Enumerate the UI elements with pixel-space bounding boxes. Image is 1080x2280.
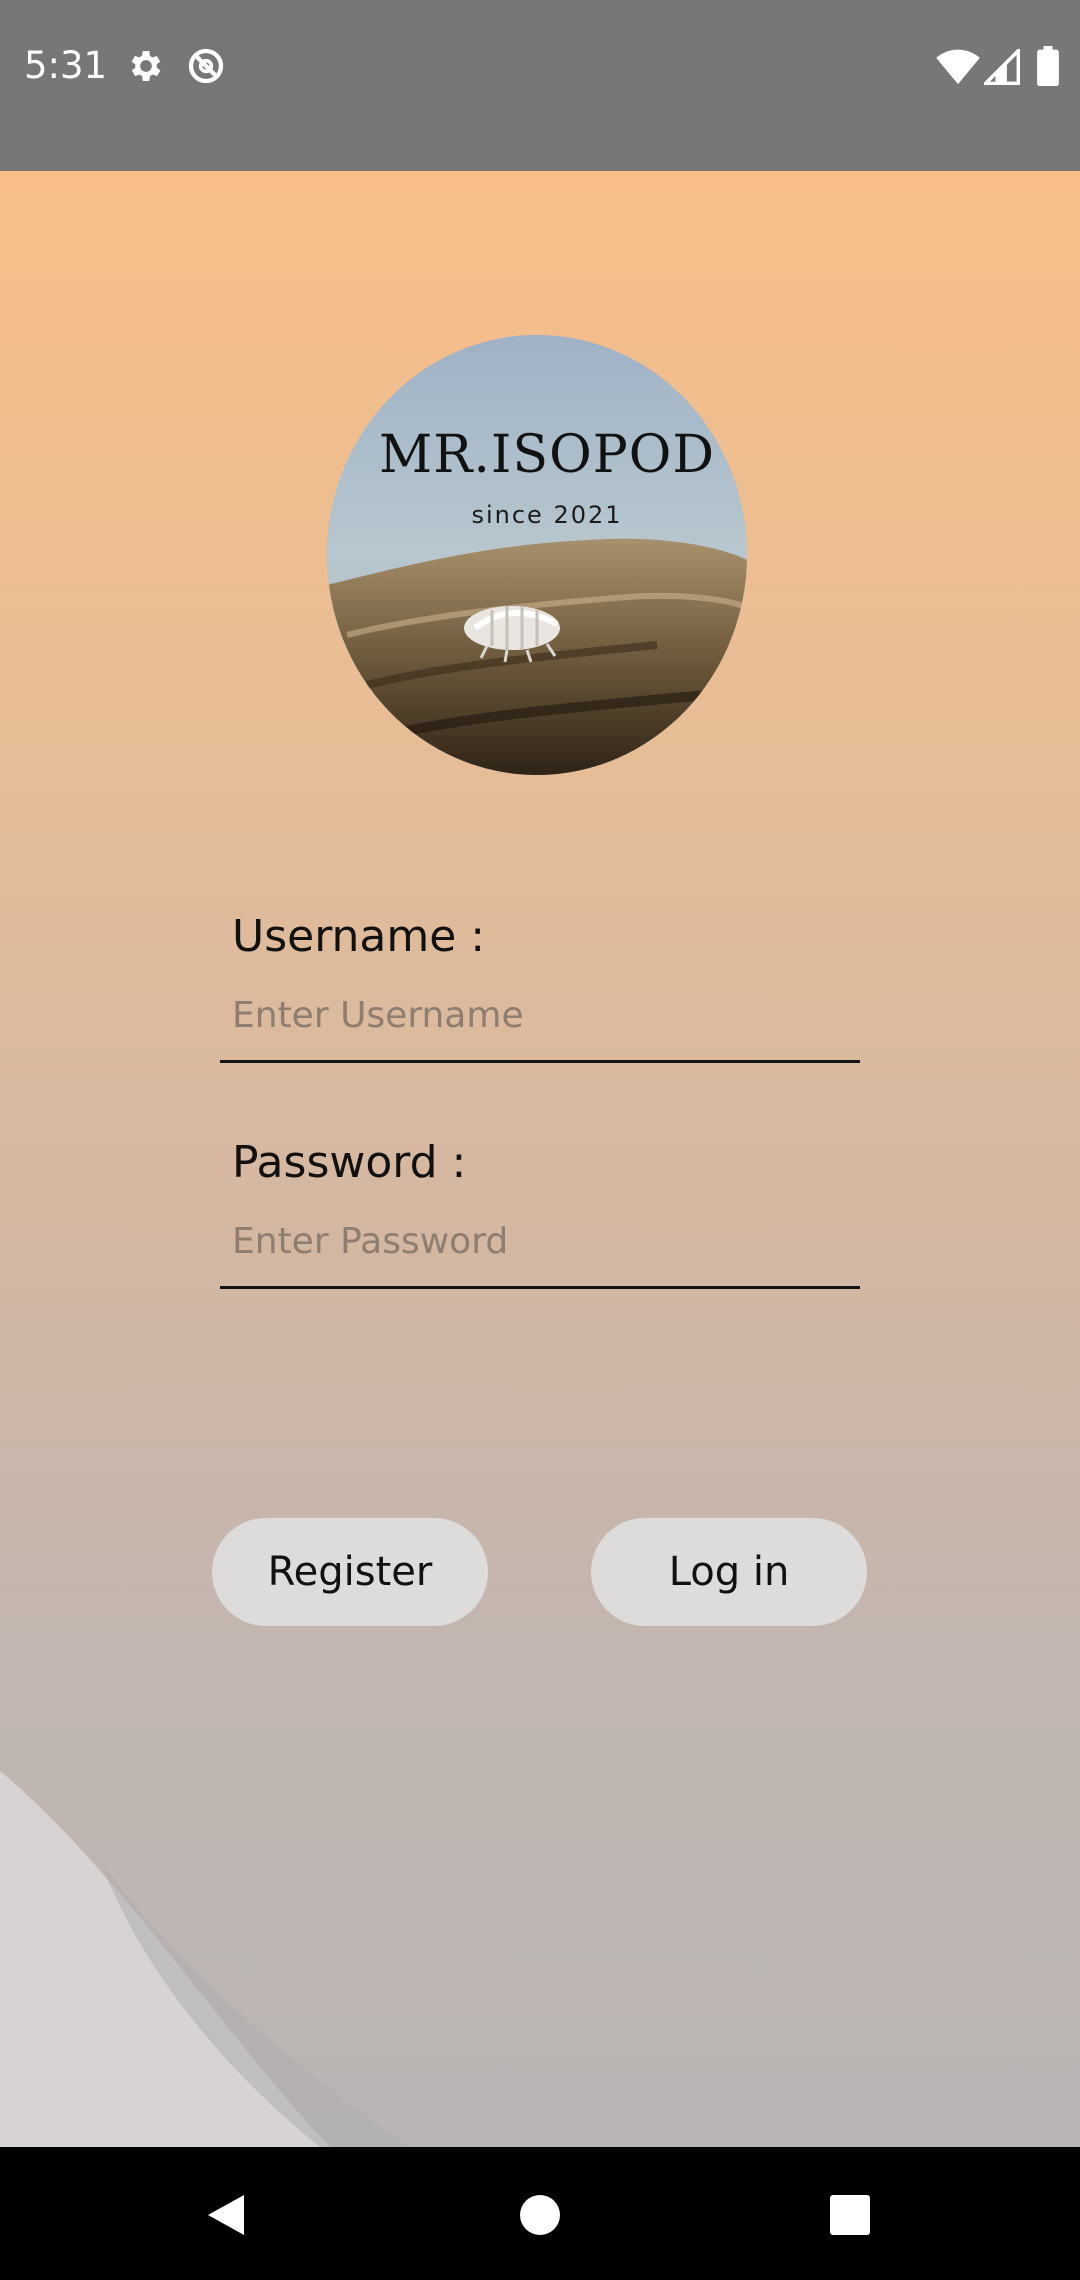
- username-input[interactable]: [220, 971, 860, 1063]
- logo-subtitle: since 2021: [471, 501, 623, 529]
- gear-icon: [126, 46, 166, 86]
- password-label: Password :: [232, 1137, 467, 1188]
- recents-icon[interactable]: [810, 2175, 890, 2255]
- register-button[interactable]: Register: [212, 1518, 488, 1626]
- username-label: Username :: [232, 911, 486, 962]
- password-input[interactable]: [220, 1197, 860, 1289]
- do-not-disturb-icon: [186, 46, 226, 86]
- logo-image: MR.ISOPOD since 2021: [327, 335, 747, 775]
- navigation-bar: [0, 2147, 1080, 2280]
- status-time: 5:31: [24, 44, 108, 87]
- status-bar: 5:31: [0, 0, 1080, 171]
- login-page: MR.ISOPOD since 2021 Username : Password…: [0, 171, 1080, 2147]
- signal-icon: [981, 46, 1024, 86]
- isopod-photo: [327, 335, 747, 775]
- back-icon[interactable]: [186, 2175, 266, 2255]
- logo-title: MR.ISOPOD: [378, 425, 716, 485]
- battery-icon: [1036, 46, 1060, 86]
- wifi-icon: [936, 46, 980, 86]
- login-screen: 5:31 MR.ISOPOD since 2021 Username: Ent…: [0, 0, 1080, 2280]
- home-icon[interactable]: [500, 2175, 580, 2255]
- login-button[interactable]: Log in: [591, 1518, 867, 1626]
